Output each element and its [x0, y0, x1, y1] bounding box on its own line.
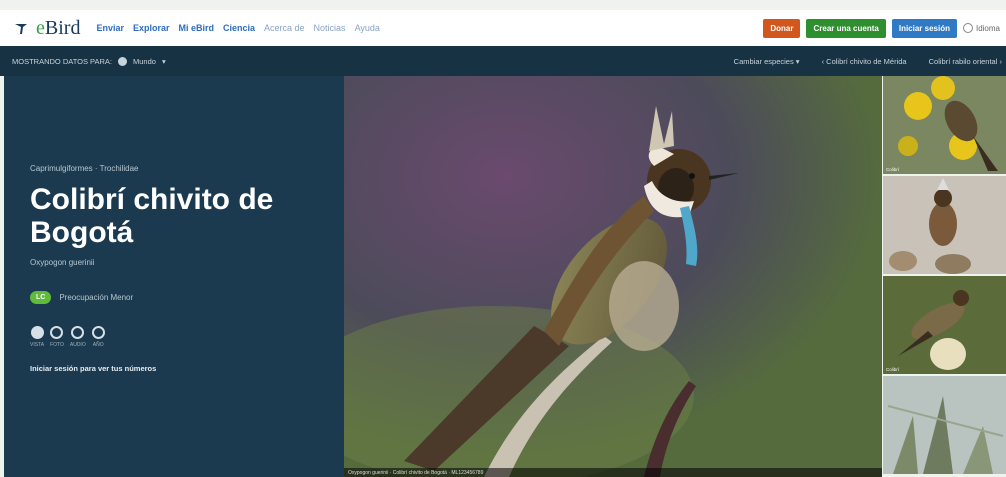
- personal-stats-icons: VISTA FOTO AUDIO AÑO: [30, 326, 105, 348]
- thumbnail-label: Colibrí: [886, 167, 900, 172]
- photo-stat: FOTO: [50, 326, 64, 348]
- donate-button[interactable]: Donar: [763, 18, 801, 38]
- seen-stat: VISTA: [30, 326, 44, 348]
- camera-icon: [50, 326, 64, 339]
- chevron-left-icon: ‹: [821, 56, 825, 66]
- species-common-name: Colibrí chivito de Bogotá: [30, 183, 274, 249]
- main-nav: Enviar Explorar Mi eBird Ciencia Acerca …: [96, 23, 379, 33]
- next-species-link[interactable]: Colibrí rabilo oriental ›: [929, 57, 1002, 66]
- nav-ciencia[interactable]: Ciencia: [223, 23, 255, 33]
- login-prompt-link[interactable]: Iniciar sesión para ver tus números: [30, 364, 156, 373]
- chevron-down-icon: ▾: [161, 56, 166, 66]
- species-info-panel: [4, 76, 344, 477]
- nav-acerca-de[interactable]: Acerca de: [264, 23, 305, 33]
- header-actions: Donar Crear una cuenta Iniciar sesión Id…: [763, 18, 1000, 38]
- globe-icon: [962, 23, 973, 33]
- conservation-status: LC Preocupación Menor: [30, 291, 133, 304]
- create-account-button[interactable]: Crear una cuenta: [806, 18, 886, 38]
- showing-data-label: MOSTRANDO DATOS PARA:: [12, 56, 113, 66]
- calendar-icon: [91, 326, 105, 339]
- nav-enviar[interactable]: Enviar: [96, 23, 124, 33]
- top-nav-bar: eBird Enviar Explorar Mi eBird Ciencia A…: [0, 10, 1006, 46]
- thumbnail-image: [883, 376, 1006, 474]
- audio-stat: AUDIO: [70, 326, 86, 348]
- language-selector[interactable]: Idioma: [962, 23, 1000, 33]
- nav-noticias[interactable]: Noticias: [314, 23, 346, 33]
- region-bar: MOSTRANDO DATOS PARA: Mundo ▾ Cambiar es…: [0, 46, 1006, 76]
- nav-ayuda[interactable]: Ayuda: [355, 23, 380, 33]
- thumbnail-1[interactable]: Colibrí: [883, 76, 1006, 174]
- nav-explorar[interactable]: Explorar: [133, 23, 170, 33]
- audio-icon: [71, 326, 85, 339]
- species-main-photo[interactable]: Oxypogon guerinii · Colibrí chivito de B…: [344, 76, 882, 477]
- sign-in-button[interactable]: Iniciar sesión: [891, 18, 957, 38]
- thumbnail-image: [883, 76, 1006, 174]
- thumbnail-3[interactable]: Colibrí: [883, 276, 1006, 374]
- thumbnail-2[interactable]: [883, 176, 1006, 274]
- language-label: Idioma: [975, 23, 1000, 33]
- thumbnail-4[interactable]: [883, 376, 1006, 474]
- ebird-logo[interactable]: eBird: [14, 17, 80, 40]
- chevron-right-icon: ›: [999, 56, 1003, 66]
- region-selector[interactable]: Mundo: [133, 57, 156, 66]
- bird-logo-icon: [15, 24, 27, 34]
- change-species-dropdown[interactable]: Cambiar especies ▾: [734, 57, 800, 66]
- year-stat: AÑO: [91, 326, 105, 348]
- check-icon: [30, 326, 44, 339]
- thumbnail-image: [883, 176, 1006, 274]
- globe-icon: [118, 56, 128, 66]
- photo-caption: Oxypogon guerinii · Colibrí chivito de B…: [344, 468, 882, 477]
- hummingbird-photo: [344, 76, 882, 477]
- previous-species-link[interactable]: ‹ Colibrí chivito de Mérida: [822, 57, 907, 66]
- thumbnail-image: [883, 276, 1006, 374]
- nav-mi-ebird[interactable]: Mi eBird: [178, 23, 214, 33]
- status-text[interactable]: Preocupación Menor: [59, 293, 133, 302]
- photo-thumbnails: Colibrí Colibrí: [883, 76, 1006, 477]
- thumbnail-label: Colibrí: [886, 367, 900, 372]
- species-scientific-name: Oxypogon guerinii: [30, 258, 95, 267]
- logo-text: eBird: [36, 16, 81, 39]
- taxonomy-breadcrumb[interactable]: Caprimulgiformes · Trochilidae: [30, 164, 138, 173]
- status-badge: LC: [30, 291, 52, 304]
